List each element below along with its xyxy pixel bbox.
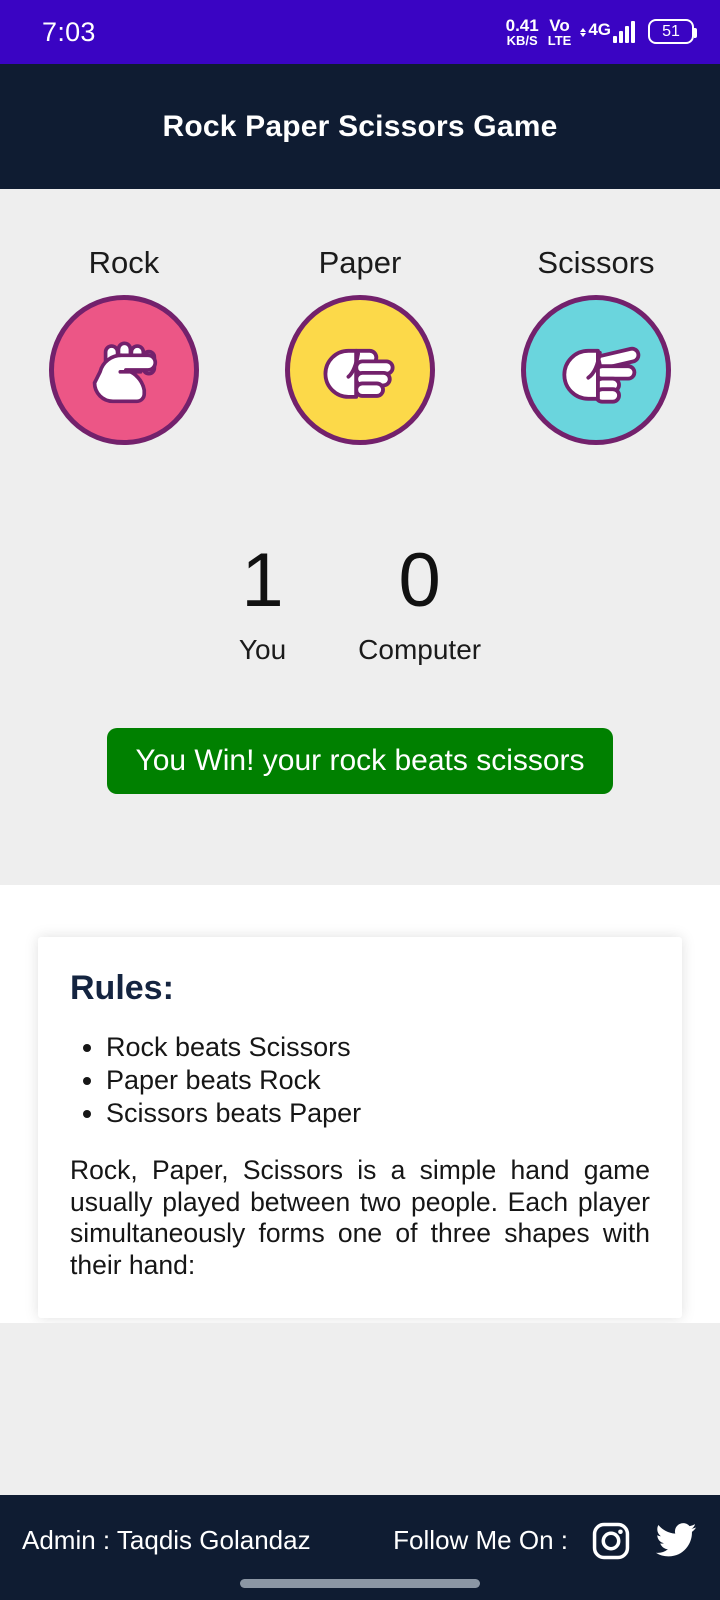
footer-follow-text: Follow Me On : bbox=[393, 1525, 568, 1555]
instagram-icon bbox=[592, 1522, 630, 1559]
rules-description: Rock, Paper, Scissors is a simple hand g… bbox=[70, 1154, 650, 1281]
app-screen: 7:03 0.41 KB/S Vo LTE 4G 51 Rock Paper S… bbox=[0, 0, 720, 1600]
battery-icon: 51 bbox=[648, 19, 697, 45]
network-type-label: 4G bbox=[588, 19, 611, 39]
network-speed-indicator: 0.41 KB/S bbox=[505, 15, 539, 49]
game-section: Rock Paper Scissors 1 You 0 Computer You… bbox=[0, 189, 720, 885]
status-indicators: 0.41 KB/S Vo LTE 4G 51 bbox=[505, 15, 697, 49]
choice-buttons-row: Rock Paper Scissors bbox=[0, 245, 720, 445]
data-transfer-arrows-icon bbox=[580, 27, 587, 37]
network-speed-unit: KB/S bbox=[506, 33, 538, 49]
choice-scissors-circle[interactable] bbox=[521, 295, 671, 445]
empty-space bbox=[0, 1323, 720, 1495]
rules-list-item: Scissors beats Paper bbox=[106, 1098, 650, 1128]
instagram-link[interactable] bbox=[590, 1520, 632, 1562]
player-score-value: 1 bbox=[241, 538, 284, 623]
battery-percent: 51 bbox=[662, 22, 680, 40]
choice-rock-label: Rock bbox=[88, 245, 160, 280]
footer-social-group: Follow Me On : bbox=[393, 1519, 698, 1563]
volte-line1: Vo bbox=[549, 15, 570, 35]
navigation-pill[interactable] bbox=[240, 1579, 480, 1588]
two-finger-hand-icon bbox=[562, 346, 641, 404]
choice-paper-circle[interactable] bbox=[285, 295, 435, 445]
twitter-icon bbox=[655, 1522, 697, 1556]
choice-scissors-label: Scissors bbox=[537, 245, 655, 280]
page-title: Rock Paper Scissors Game bbox=[162, 109, 558, 143]
footer: Admin : Taqdis Golandaz Follow Me On : bbox=[0, 1495, 720, 1600]
scoreboard: 1 You 0 Computer bbox=[0, 538, 720, 666]
choice-paper-label: Paper bbox=[318, 245, 402, 280]
computer-score-value: 0 bbox=[398, 538, 441, 623]
status-clock: 7:03 bbox=[42, 16, 96, 47]
rules-list: Rock beats Scissors Paper beats Rock Sci… bbox=[70, 1032, 650, 1129]
rules-card: Rules: Rock beats Scissors Paper beats R… bbox=[38, 937, 682, 1318]
signal-bars-icon bbox=[613, 20, 635, 43]
choice-rock-circle[interactable] bbox=[49, 295, 199, 445]
twitter-link[interactable] bbox=[654, 1519, 698, 1563]
choice-scissors[interactable]: Scissors bbox=[521, 245, 671, 445]
result-banner: You Win! your rock beats scissors bbox=[107, 727, 613, 794]
network-speed-value: 0.41 bbox=[505, 15, 539, 35]
rules-title: Rules: bbox=[70, 969, 174, 1007]
player-score-label: You bbox=[238, 633, 287, 665]
app-header: Rock Paper Scissors Game bbox=[0, 64, 720, 189]
computer-score-label: Computer bbox=[358, 633, 482, 665]
rules-list-item: Rock beats Scissors bbox=[106, 1032, 650, 1062]
footer-admin-text: Admin : Taqdis Golandaz bbox=[22, 1525, 311, 1555]
rules-section: Rules: Rock beats Scissors Paper beats R… bbox=[0, 885, 720, 1323]
choice-paper[interactable]: Paper bbox=[285, 245, 435, 445]
rules-list-item: Paper beats Rock bbox=[106, 1065, 650, 1095]
volte-icon: Vo LTE bbox=[547, 15, 572, 49]
signal-indicator: 4G bbox=[580, 19, 635, 43]
volte-line2: LTE bbox=[547, 33, 572, 49]
player-score: 1 You bbox=[238, 538, 287, 666]
fist-icon bbox=[92, 341, 158, 404]
computer-score: 0 Computer bbox=[358, 538, 482, 666]
choice-rock[interactable]: Rock bbox=[49, 245, 199, 445]
status-bar: 7:03 0.41 KB/S Vo LTE 4G 51 bbox=[0, 0, 720, 64]
result-container: You Win! your rock beats scissors bbox=[0, 727, 720, 794]
flat-hand-icon bbox=[323, 348, 395, 399]
